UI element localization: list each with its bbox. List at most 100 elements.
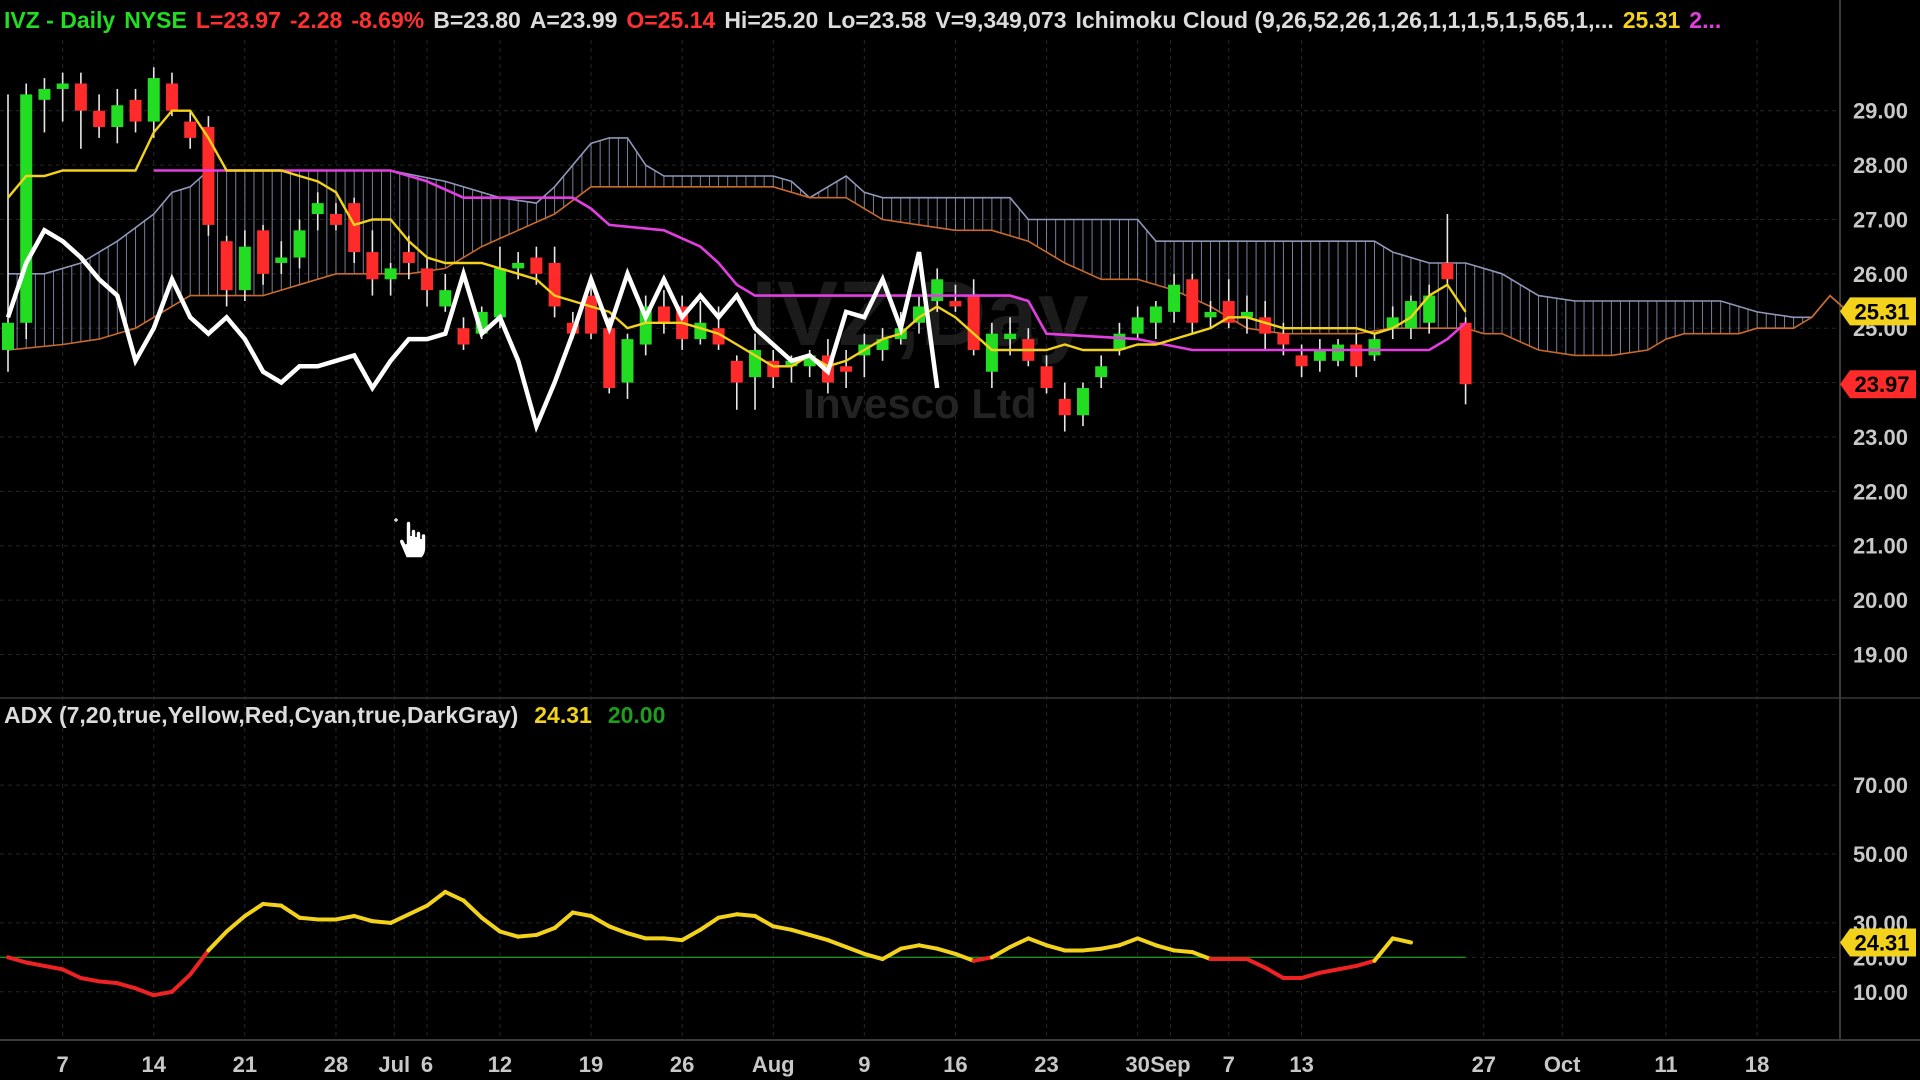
candle-body <box>1295 355 1308 367</box>
price-badge: 25.31 <box>1840 297 1916 326</box>
ask-price: A=23.99 <box>529 7 618 33</box>
candle-body <box>202 127 215 225</box>
candle-body <box>238 246 251 291</box>
candle-body <box>985 333 998 372</box>
candle-body <box>311 203 324 215</box>
candle-body <box>1441 262 1454 280</box>
candle-body <box>457 328 470 345</box>
candle-body <box>1313 349 1326 361</box>
candle-body <box>1368 339 1381 356</box>
candle-body <box>530 257 543 274</box>
candle-body <box>147 78 160 122</box>
candle-body <box>384 268 397 280</box>
candle-body <box>402 252 415 263</box>
adx-tick-label: 50.00 <box>1853 842 1908 867</box>
adx-tick-label: 70.00 <box>1853 773 1908 798</box>
adx-segment <box>1080 946 1104 953</box>
candle-body <box>421 268 434 291</box>
price-change: -2.28 <box>289 7 343 33</box>
last-price: L=23.97 <box>195 7 281 33</box>
hand-cursor-icon <box>394 518 427 559</box>
candle-body <box>1095 366 1108 378</box>
adx-segment <box>516 932 539 939</box>
price-tick-label: 27.00 <box>1853 207 1908 232</box>
candle-body <box>348 203 361 253</box>
candle-body <box>840 366 853 372</box>
bid-price: B=23.80 <box>433 7 521 33</box>
candle-body <box>1459 322 1472 385</box>
candle-body <box>493 268 506 318</box>
watermark-company: Invesco Ltd <box>803 380 1036 427</box>
price-tick-label: 29.00 <box>1853 99 1908 124</box>
candle-body <box>1149 306 1162 323</box>
price-tick-label: 20.00 <box>1853 588 1908 613</box>
candle-body <box>657 306 670 323</box>
date-tick-label: 23 <box>1034 1052 1058 1077</box>
adx-value: 24.31 <box>534 702 592 728</box>
candle-body <box>1350 344 1363 367</box>
date-tick-label: Aug <box>752 1052 795 1077</box>
candle-body <box>1186 279 1199 323</box>
candle-body <box>949 301 962 307</box>
adx-segment <box>661 936 685 943</box>
candle-body <box>1259 317 1272 334</box>
date-tick-label: 27 <box>1472 1052 1496 1077</box>
candle-body <box>329 214 342 225</box>
adx-segment <box>1172 948 1195 955</box>
open-price: O=25.14 <box>626 7 716 33</box>
adx-threshold-value: 20.00 <box>607 702 666 728</box>
candle-body <box>730 360 743 383</box>
candle-body <box>694 322 707 340</box>
candle-body <box>931 279 944 302</box>
date-tick-label: 26 <box>670 1052 694 1077</box>
date-tick-label: 7 <box>57 1052 69 1077</box>
candle-body <box>512 262 525 269</box>
date-tick-label: 6 <box>421 1052 433 1077</box>
candle-body <box>93 110 106 128</box>
price-tick-label: 19.00 <box>1853 642 1908 667</box>
date-tick-label: 9 <box>858 1052 870 1077</box>
date-tick-label: 12 <box>488 1052 512 1077</box>
candle-body <box>1076 388 1089 416</box>
price-badge: 24.31 <box>1840 928 1916 957</box>
price-badge-label: 24.31 <box>1854 930 1909 955</box>
candle-body <box>184 121 197 138</box>
date-tick-label: 28 <box>324 1052 348 1077</box>
candle-body <box>1040 366 1053 389</box>
adx-segment <box>97 979 120 986</box>
date-tick-label: Oct <box>1544 1052 1581 1077</box>
date-tick-label: 19 <box>579 1052 603 1077</box>
candle-body <box>366 252 379 280</box>
price-tick-label: 23.00 <box>1853 425 1908 450</box>
price-badge-label: 25.31 <box>1854 299 1909 324</box>
candle-body <box>548 262 561 307</box>
chart-header: IVZ - Daily NYSE L=23.97 -2.28 -8.69% B=23.80… <box>4 4 1730 36</box>
candle-body <box>621 339 634 383</box>
candle-body <box>74 83 87 111</box>
candle-body <box>585 295 598 334</box>
adx-label[interactable]: ADX (7,20,true,Yellow,Red,Cyan,true,Dark… <box>4 702 518 728</box>
high-price: Hi=25.20 <box>724 7 819 33</box>
candle-body <box>1404 301 1417 329</box>
indicator-label[interactable]: Ichimoku Cloud (9,26,52,26,1,26,1,1,1,5,… <box>1076 7 1614 33</box>
symbol-label[interactable]: IVZ - Daily <box>4 7 115 33</box>
candle-body <box>1131 317 1144 334</box>
adx-segment <box>734 912 758 918</box>
candle-body <box>129 99 142 122</box>
date-tick-label: 18 <box>1745 1052 1769 1077</box>
candle-body <box>1168 284 1181 312</box>
date-tick-label: Jul <box>378 1052 410 1077</box>
candle-body <box>56 83 69 89</box>
price-tick-label: 21.00 <box>1853 534 1908 559</box>
candle-body <box>967 295 980 350</box>
candle-body <box>1332 344 1345 361</box>
adx-header: ADX (7,20,true,Yellow,Red,Cyan,true,Dark… <box>4 700 681 730</box>
price-tick-label: 28.00 <box>1853 153 1908 178</box>
adx-segment <box>297 915 320 922</box>
exchange-label: NYSE <box>124 7 187 33</box>
date-tick-label: 21 <box>233 1052 257 1077</box>
indicator-value-tenkan: 25.31 <box>1622 7 1681 33</box>
candle-body <box>293 230 306 258</box>
candle-body <box>1277 333 1290 345</box>
date-tick-label: 14 <box>142 1052 167 1077</box>
